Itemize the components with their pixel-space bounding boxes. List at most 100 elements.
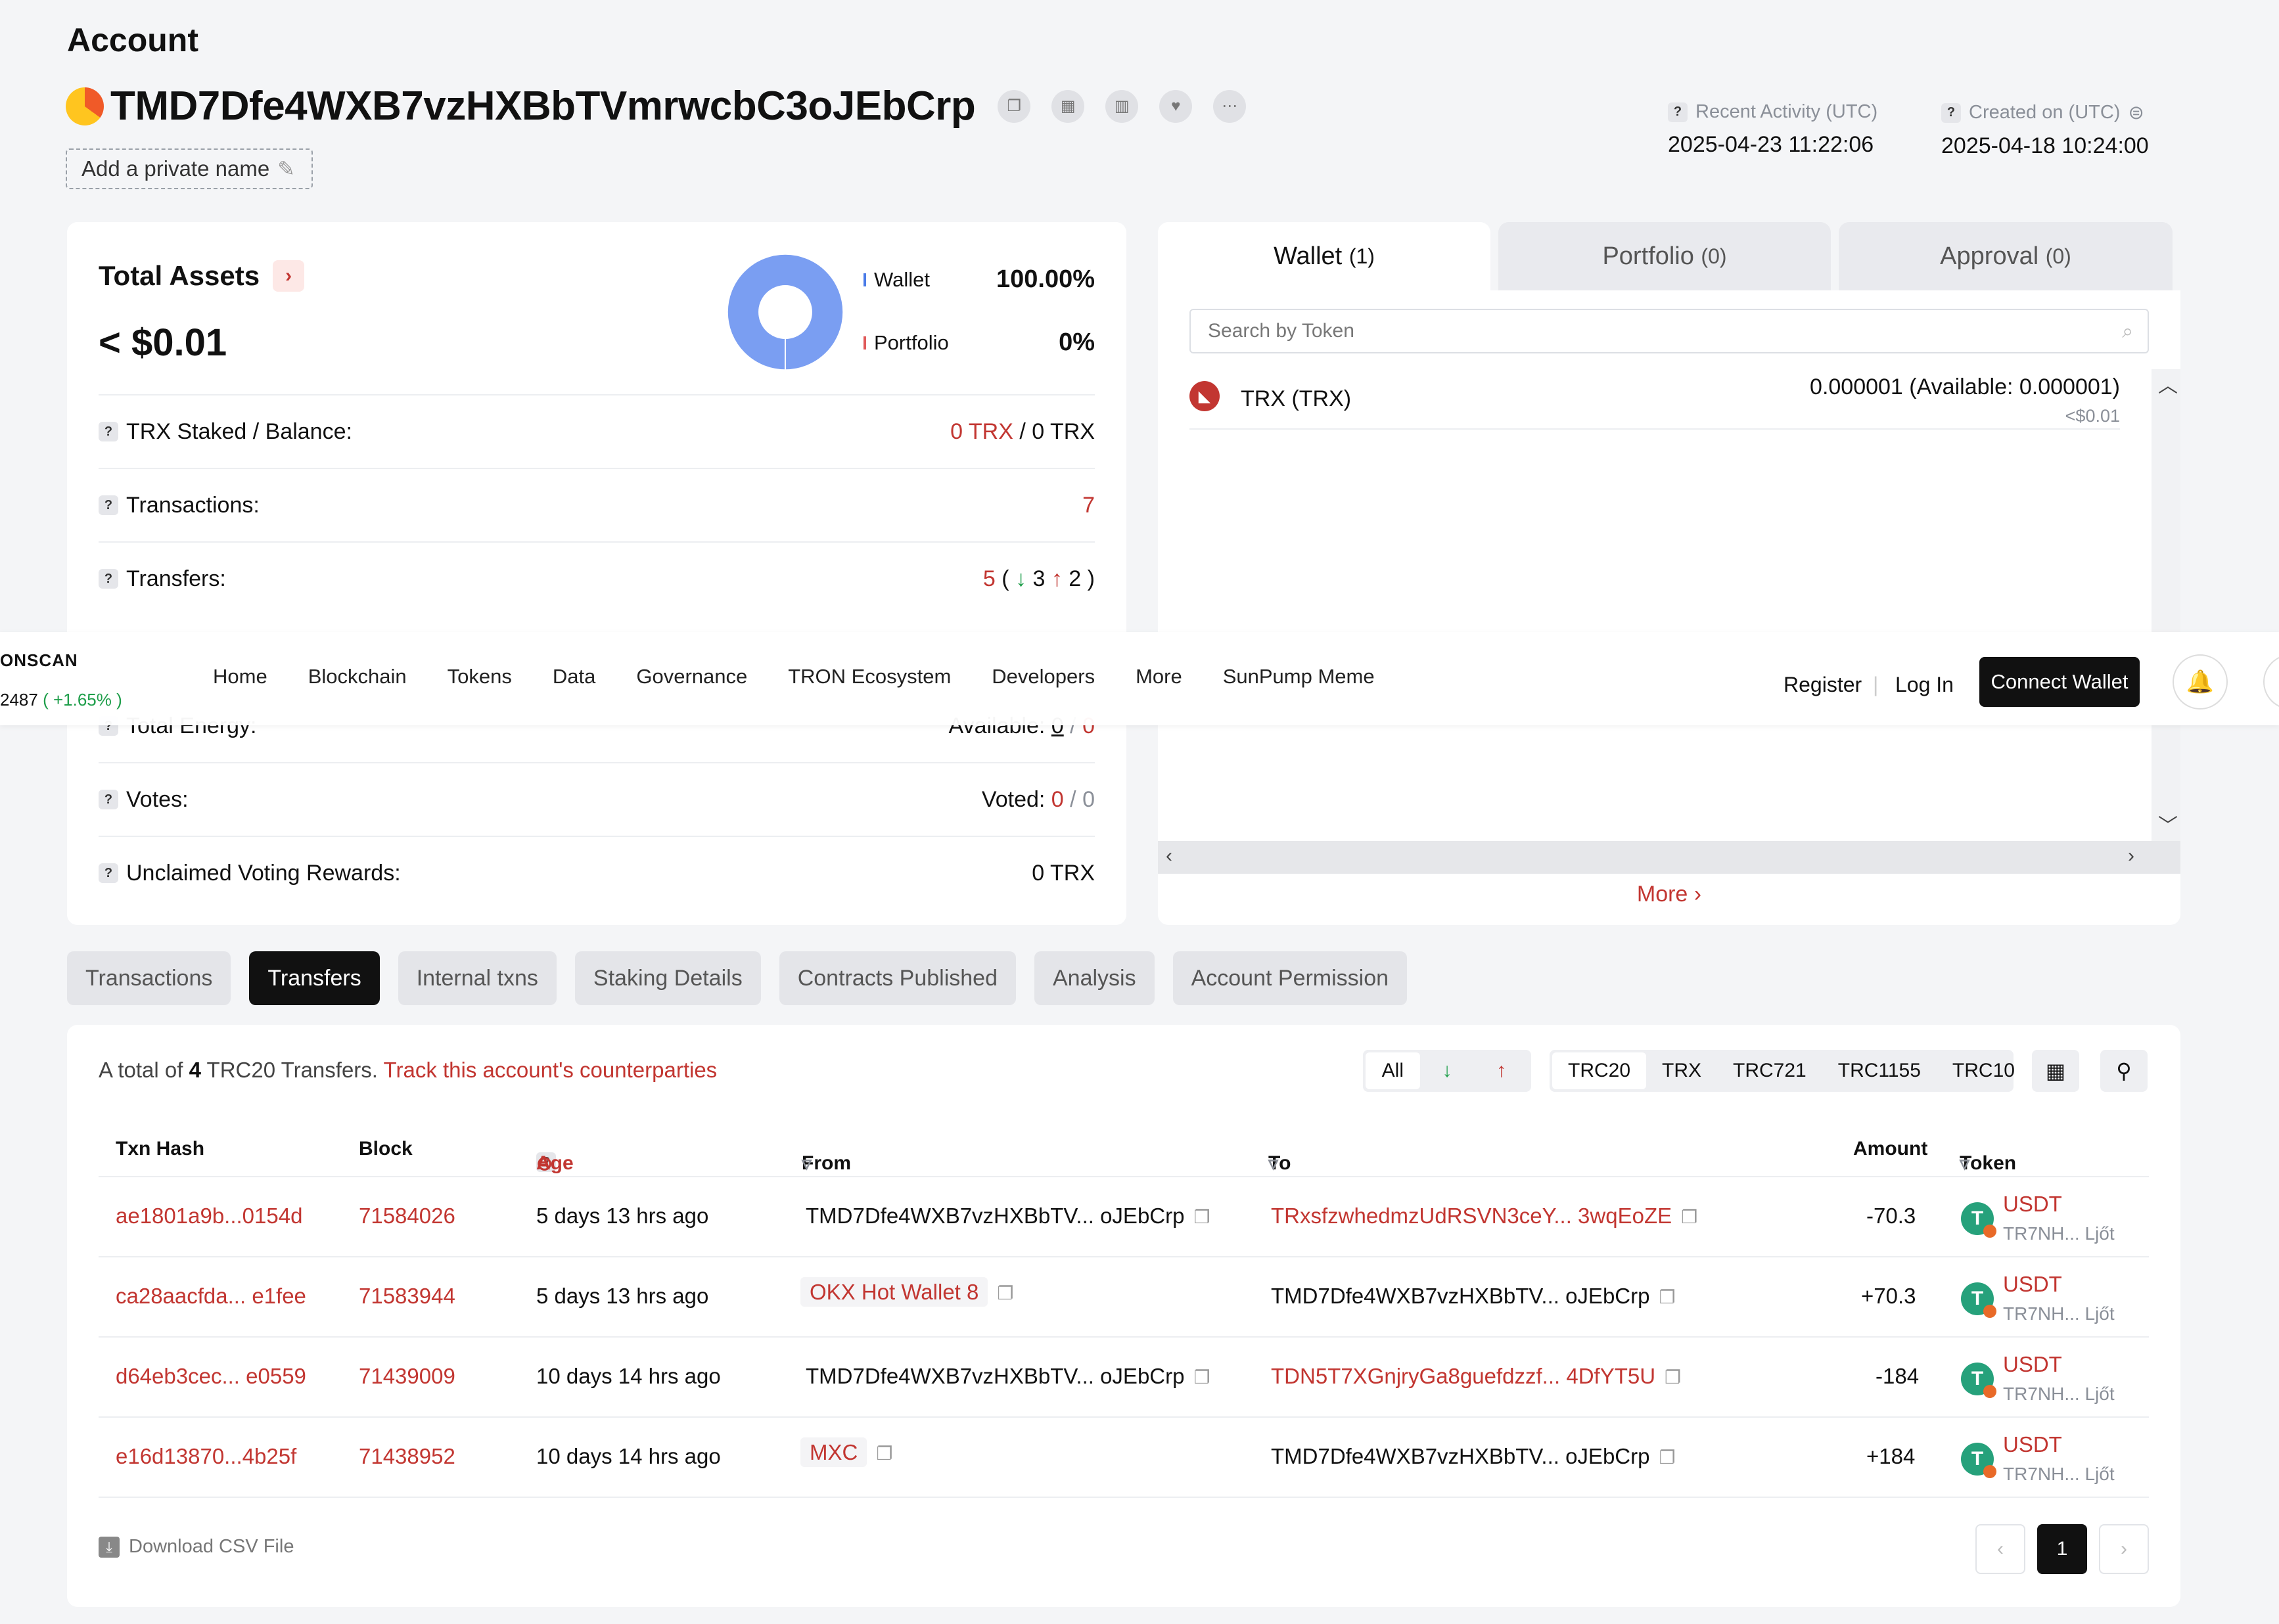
txn-hash-link[interactable]: e16d13870...4b25f [116, 1444, 296, 1469]
filter-icon[interactable]: ⚲ [2100, 1050, 2148, 1092]
block-link[interactable]: 71438952 [359, 1444, 455, 1469]
help-icon[interactable]: ? [99, 790, 118, 809]
to-address-link[interactable]: TRxsfzwhedmzUdRSVN3ceY... 3wqEoZE [1271, 1204, 1672, 1228]
tab-analysis[interactable]: Analysis [1034, 951, 1155, 1005]
filter-funnel-icon[interactable]: ▿ [1960, 1152, 1969, 1175]
from-label-link[interactable]: OKX Hot Wallet 8 [800, 1277, 988, 1307]
horizontal-scrollbar[interactable]: ‹ › [1158, 841, 2180, 874]
register-link[interactable]: Register [1784, 673, 1862, 697]
switch-time-icon[interactable]: ⊜ [536, 1152, 553, 1175]
tab-transactions[interactable]: Transactions [67, 951, 231, 1005]
nav-item-tokens[interactable]: Tokens [448, 665, 512, 688]
token-link[interactable]: USDT [2003, 1272, 2062, 1297]
track-counterparties-link[interactable]: Track this account's counterparties [384, 1058, 718, 1082]
type-trc1155[interactable]: TRC1155 [1822, 1052, 1937, 1089]
copy-icon[interactable]: ❐ [876, 1443, 892, 1464]
type-trc721[interactable]: TRC721 [1717, 1052, 1822, 1089]
staked-value[interactable]: 0 TRX [950, 419, 1013, 444]
legend-portfolio: Portfolio [863, 331, 949, 355]
transfers-total[interactable]: 5 [983, 566, 996, 591]
filter-incoming-icon[interactable]: ↓ [1420, 1052, 1475, 1089]
filter-outgoing-icon[interactable]: ↑ [1474, 1052, 1529, 1089]
type-trc20[interactable]: TRC20 [1552, 1052, 1647, 1089]
block-link[interactable]: 71584026 [359, 1204, 455, 1229]
add-private-name-button[interactable]: Add a private name ✎ [66, 148, 313, 189]
tab-approval[interactable]: Approval (0) [1839, 222, 2173, 290]
more-options-icon[interactable]: ⋯ [1213, 89, 1247, 123]
token-address: TR7NH... Ljőt [2003, 1223, 2115, 1244]
search-icon[interactable]: ⌕ [2122, 321, 2133, 343]
token-search-input[interactable]: Search by Token ⌕ [1189, 309, 2149, 353]
tab-internal-txns[interactable]: Internal txns [398, 951, 557, 1005]
nav-item-more[interactable]: More [1136, 665, 1182, 688]
scroll-right-icon[interactable]: › [2128, 845, 2134, 867]
nav-item-governance[interactable]: Governance [636, 665, 747, 688]
help-icon[interactable]: ? [1668, 102, 1688, 122]
tab-account-permission[interactable]: Account Permission [1172, 951, 1408, 1005]
scroll-down-icon[interactable]: ﹀ [2158, 809, 2178, 838]
more-tokens-link[interactable]: More › [1158, 882, 2180, 907]
tab-approval-count: (0) [2045, 244, 2071, 268]
calendar-icon[interactable]: ▦ [2032, 1050, 2079, 1092]
nav-item-data[interactable]: Data [553, 665, 595, 688]
copy-icon[interactable]: ❐ [1193, 1367, 1210, 1387]
tab-staking-details[interactable]: Staking Details [574, 951, 761, 1005]
scroll-up-icon[interactable]: ︿ [2158, 369, 2178, 398]
qr-code-icon[interactable]: ▦ [1051, 89, 1085, 123]
download-csv-link[interactable]: ⤓ Download CSV File [99, 1536, 294, 1558]
chart-icon[interactable]: ▥ [1105, 89, 1139, 123]
settings-icon[interactable] [2263, 654, 2279, 710]
tab-wallet[interactable]: Wallet (1) [1158, 222, 1490, 290]
pagination-current-page[interactable]: 1 [2037, 1524, 2087, 1574]
type-trc10[interactable]: TRC10 [1937, 1052, 2031, 1089]
brand-logo-text[interactable]: ONSCAN [0, 650, 78, 671]
nav-item-blockchain[interactable]: Blockchain [308, 665, 407, 688]
block-link[interactable]: 71439009 [359, 1364, 455, 1389]
pagination-prev-button[interactable]: ‹ [1975, 1524, 2025, 1574]
vertical-scrollbar[interactable]: ︿ ﹀ [2152, 369, 2180, 844]
chevron-right-icon[interactable]: › [273, 260, 305, 292]
filter-funnel-icon[interactable]: ▿ [802, 1152, 812, 1175]
account-address: TMD7Dfe4WXB7vzHXBbTVmrwcbC3oJEbCrp [110, 83, 976, 129]
from-label-link[interactable]: MXC [800, 1437, 867, 1467]
copy-icon[interactable]: ❐ [997, 1283, 1013, 1303]
help-icon[interactable]: ? [99, 569, 118, 589]
scroll-left-icon[interactable]: ‹ [1166, 845, 1172, 867]
help-icon[interactable]: ? [99, 422, 118, 441]
help-icon[interactable]: ? [99, 495, 118, 515]
token-link[interactable]: USDT [2003, 1432, 2062, 1457]
transactions-count[interactable]: 7 [1082, 493, 1095, 518]
nav-item-developers[interactable]: Developers [992, 665, 1095, 688]
copy-icon[interactable]: ❐ [1659, 1447, 1675, 1468]
token-link[interactable]: USDT [2003, 1352, 2062, 1377]
to-address-link[interactable]: TDN5T7XGnjryGa8guefdzzf... 4DfYT5U [1271, 1364, 1655, 1388]
copy-icon[interactable]: ❐ [1193, 1207, 1210, 1227]
txn-hash-link[interactable]: d64eb3cec... e0559 [116, 1364, 306, 1389]
txn-hash-link[interactable]: ae1801a9b...0154d [116, 1204, 302, 1229]
filter-all-button[interactable]: All [1366, 1052, 1420, 1089]
nav-item-sunpump-meme[interactable]: SunPump Meme [1223, 665, 1375, 688]
token-row-trx[interactable]: ◣ TRX (TRX) 0.000001 (Available: 0.00000… [1189, 369, 2120, 430]
tab-transfers[interactable]: Transfers [249, 951, 380, 1005]
pagination-next-button[interactable]: › [2099, 1524, 2149, 1574]
notification-bell-icon[interactable]: 🔔 [2173, 654, 2228, 710]
copy-icon[interactable]: ❐ [1659, 1287, 1675, 1307]
connect-wallet-button[interactable]: Connect Wallet [1979, 657, 2140, 707]
switch-time-icon[interactable]: ⊜ [2128, 101, 2144, 124]
nav-item-tron-ecosystem[interactable]: TRON Ecosystem [788, 665, 951, 688]
login-link[interactable]: Log In [1895, 673, 1954, 697]
favorite-heart-icon[interactable]: ♥ [1159, 89, 1193, 123]
copy-icon[interactable]: ❐ [1665, 1367, 1681, 1387]
nav-item-home[interactable]: Home [213, 665, 267, 688]
txn-hash-link[interactable]: ca28aacfda... e1fee [116, 1284, 306, 1309]
help-icon[interactable]: ? [1941, 102, 1961, 123]
tab-contracts-published[interactable]: Contracts Published [779, 951, 1016, 1005]
filter-funnel-icon[interactable]: ▿ [1268, 1152, 1278, 1175]
tab-portfolio[interactable]: Portfolio (0) [1498, 222, 1831, 290]
copy-icon[interactable]: ❐ [998, 89, 1031, 123]
copy-icon[interactable]: ❐ [1681, 1207, 1697, 1227]
type-trx[interactable]: TRX [1646, 1052, 1717, 1089]
token-link[interactable]: USDT [2003, 1192, 2062, 1217]
block-link[interactable]: 71583944 [359, 1284, 455, 1309]
help-icon[interactable]: ? [99, 863, 118, 883]
